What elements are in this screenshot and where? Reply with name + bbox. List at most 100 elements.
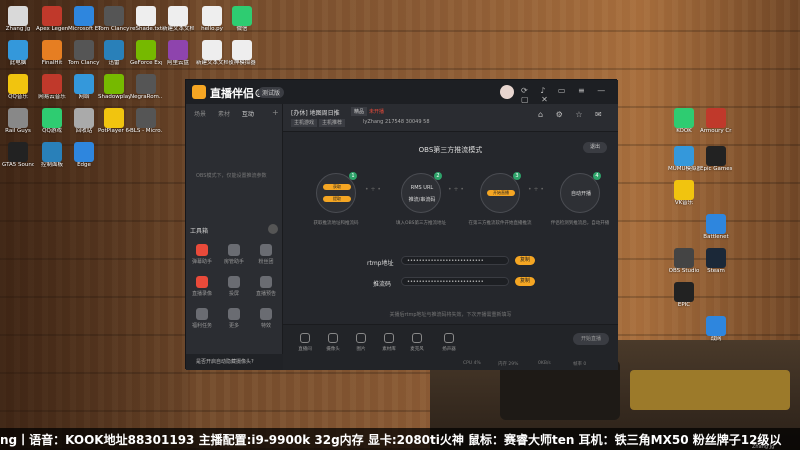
desktop-icon[interactable]: Epic Games Launcher [700, 146, 732, 173]
toolbox-more-icon[interactable] [268, 224, 278, 234]
panel-tabs[interactable]: 场景 素材 互动 [194, 109, 264, 118]
desktop-icon[interactable]: 网络 [68, 74, 100, 101]
desktop-icon-label: QQ游戏 [42, 128, 62, 134]
desktop-icon[interactable]: 网易云音乐 [36, 74, 68, 101]
tool-cast[interactable]: 投屏 [220, 276, 248, 297]
app-icon [8, 40, 28, 60]
desktop-icon[interactable]: hello.py [196, 6, 228, 33]
tab-material[interactable]: 素材 [218, 111, 230, 118]
desktop-icon[interactable]: Edge [68, 142, 100, 169]
live-companion-window[interactable]: 直播伴侣® 测试版 ⟳ ♪ ▭ ≡ — ▢ ✕ 场景 素材 互动 + OBS模式… [185, 79, 618, 370]
step-description: 伴侣检测到推流后，自动开播 [550, 221, 610, 226]
sparkle-icon [260, 308, 272, 320]
desktop-icon[interactable]: PotPlayer 64 bit [98, 108, 130, 135]
desktop-icon-label: Rail Guys [5, 128, 31, 134]
toolbar-label: 素材库 [382, 347, 396, 352]
desktop-icon[interactable]: EPIC [668, 282, 700, 309]
stream-key-label: 推流码 [373, 281, 392, 288]
desktop-icon[interactable]: reShade.txt [130, 6, 162, 33]
tab-interact[interactable]: 互动 [242, 111, 254, 118]
app-icon [706, 108, 726, 128]
desktop-icon[interactable]: 控制面板 [36, 142, 68, 169]
app-icon [104, 6, 124, 26]
tool-heart[interactable]: 粉丝团 [252, 244, 280, 265]
tool-label: 投屏 [228, 291, 239, 297]
library-icon [384, 333, 394, 343]
app-icon [42, 108, 62, 128]
tool-sparkle[interactable]: 特效 [252, 308, 280, 329]
window-controls[interactable]: ⟳ ♪ ▭ ≡ — ▢ ✕ [521, 86, 618, 104]
step-label: 提取 [323, 196, 351, 202]
tool-more[interactable]: 更多 [220, 308, 248, 329]
toolbar-monitor[interactable]: 直播间 [291, 333, 319, 352]
desktop-icon[interactable]: 微信 [226, 6, 258, 33]
tool-record[interactable]: 直播录像 [188, 276, 216, 297]
desktop-icon[interactable]: 此电脑 [2, 40, 34, 67]
step-connector: • + • [365, 186, 381, 193]
rtmp-field[interactable]: •••••••••••••••••••••••••• [401, 256, 509, 265]
tool-chat[interactable]: 弹幕助手 [188, 244, 216, 265]
desktop-icon[interactable]: 夜神模拟器 [226, 40, 258, 67]
desktop-icon[interactable]: 战网 [700, 316, 732, 343]
desktop-icon[interactable]: FinalHit [36, 40, 68, 67]
add-tab-icon[interactable]: + [272, 108, 279, 117]
stream-key-field[interactable]: •••••••••••••••••••••••••• [401, 277, 509, 286]
desktop-icon[interactable]: KOOK [668, 108, 700, 135]
app-icon [706, 248, 726, 268]
desktop-icon[interactable]: 新建文本文档.txt [162, 6, 194, 33]
bottom-toolbar: 直播间 摄像头 图片 素材库 麦克风 扬声器 开始直播 CPU 4% 内存 29% 0KB… [283, 324, 618, 370]
copy-key-button[interactable]: 复制 [515, 277, 535, 286]
desktop-icon[interactable]: Battlenet [700, 214, 732, 241]
tool-calendar[interactable]: 直播预告 [252, 276, 280, 297]
tool-gift[interactable]: 福利任务 [188, 308, 216, 329]
toolbar-camera[interactable]: 摄像头 [319, 333, 347, 352]
avatar[interactable] [500, 85, 514, 99]
desktop-icon[interactable]: Apex Legends [36, 6, 68, 33]
desktop-icon[interactable]: 新建文本文档.TXT [196, 40, 228, 67]
fan-count: 30049 [405, 119, 422, 125]
app-icon [8, 74, 28, 94]
desktop-icon-label: Microsoft Edge [68, 26, 100, 32]
category-tag[interactable]: 主机游戏 [291, 119, 318, 127]
toolbar-mic[interactable]: 麦克风 [403, 333, 431, 352]
desktop-icon[interactable]: Microsoft Edge [68, 6, 100, 33]
desktop-icon[interactable]: 迅雷 [98, 40, 130, 67]
desktop-icon[interactable]: Tom Clancy's... [68, 40, 100, 67]
desktop-icon-label: NegraRom... [130, 94, 162, 100]
desktop-icon[interactable]: QQ游戏 [36, 108, 68, 135]
start-live-button[interactable]: 开始直播 [573, 333, 609, 345]
app-icon [74, 108, 94, 128]
desktop-icon[interactable]: VK音乐 [668, 180, 700, 207]
desktop-icon[interactable]: Shadowplay [98, 74, 130, 101]
desktop-icon[interactable]: Zhang Jg [2, 6, 34, 33]
step-label: 开始直播 [487, 190, 515, 196]
warning-bar[interactable]: 是否开启自动隐藏摄像头? [186, 354, 283, 370]
tool-user[interactable]: 房管助手 [220, 244, 248, 265]
warning-text: 是否开启自动隐藏摄像头? [196, 359, 254, 365]
desktop-icon[interactable]: 阿里云盘 [162, 40, 194, 67]
desktop-icon[interactable]: QQ音乐 [2, 74, 34, 101]
desktop-icon[interactable]: BLS - Micro... [130, 108, 162, 135]
desktop-icon[interactable]: MUMU模拟器 [668, 146, 700, 173]
room-title[interactable]: [办休] 地图周日推 [291, 108, 340, 117]
desktop-icon[interactable]: 回收站 [68, 108, 100, 135]
copy-rtmp-button[interactable]: 复制 [515, 256, 535, 265]
desktop-icon[interactable]: NegraRom... [130, 74, 162, 101]
tool-label: 直播预告 [255, 291, 276, 297]
tab-scene[interactable]: 场景 [194, 111, 206, 118]
desktop-icon[interactable]: Rail Guys [2, 108, 34, 135]
exit-obs-button[interactable]: 退出 [583, 142, 607, 153]
toolbar-library[interactable]: 素材库 [375, 333, 403, 352]
desktop-icon[interactable]: GTA5 Soundtrack [2, 142, 34, 169]
desktop-icon[interactable]: Steam [700, 248, 732, 275]
desktop-icon[interactable]: Tom Clancy's... [98, 6, 130, 33]
desktop-icon[interactable]: Armoury Crate [700, 108, 732, 135]
toolbar-image[interactable]: 图片 [347, 333, 375, 352]
header-action-icons[interactable]: ⌂ ⚙ ☆ ✉ [538, 110, 607, 119]
desktop-icon-label: hello.py [201, 26, 223, 32]
desktop-icon[interactable]: OBS Studio [668, 248, 700, 275]
toolbar-speaker[interactable]: 扬声器 [435, 333, 463, 352]
app-titlebar[interactable]: 直播伴侣® 测试版 ⟳ ♪ ▭ ≡ — ▢ ✕ [186, 80, 618, 104]
category-tag[interactable]: 主机推荐 [319, 119, 346, 127]
desktop-icon[interactable]: GeForce Experience [130, 40, 162, 67]
